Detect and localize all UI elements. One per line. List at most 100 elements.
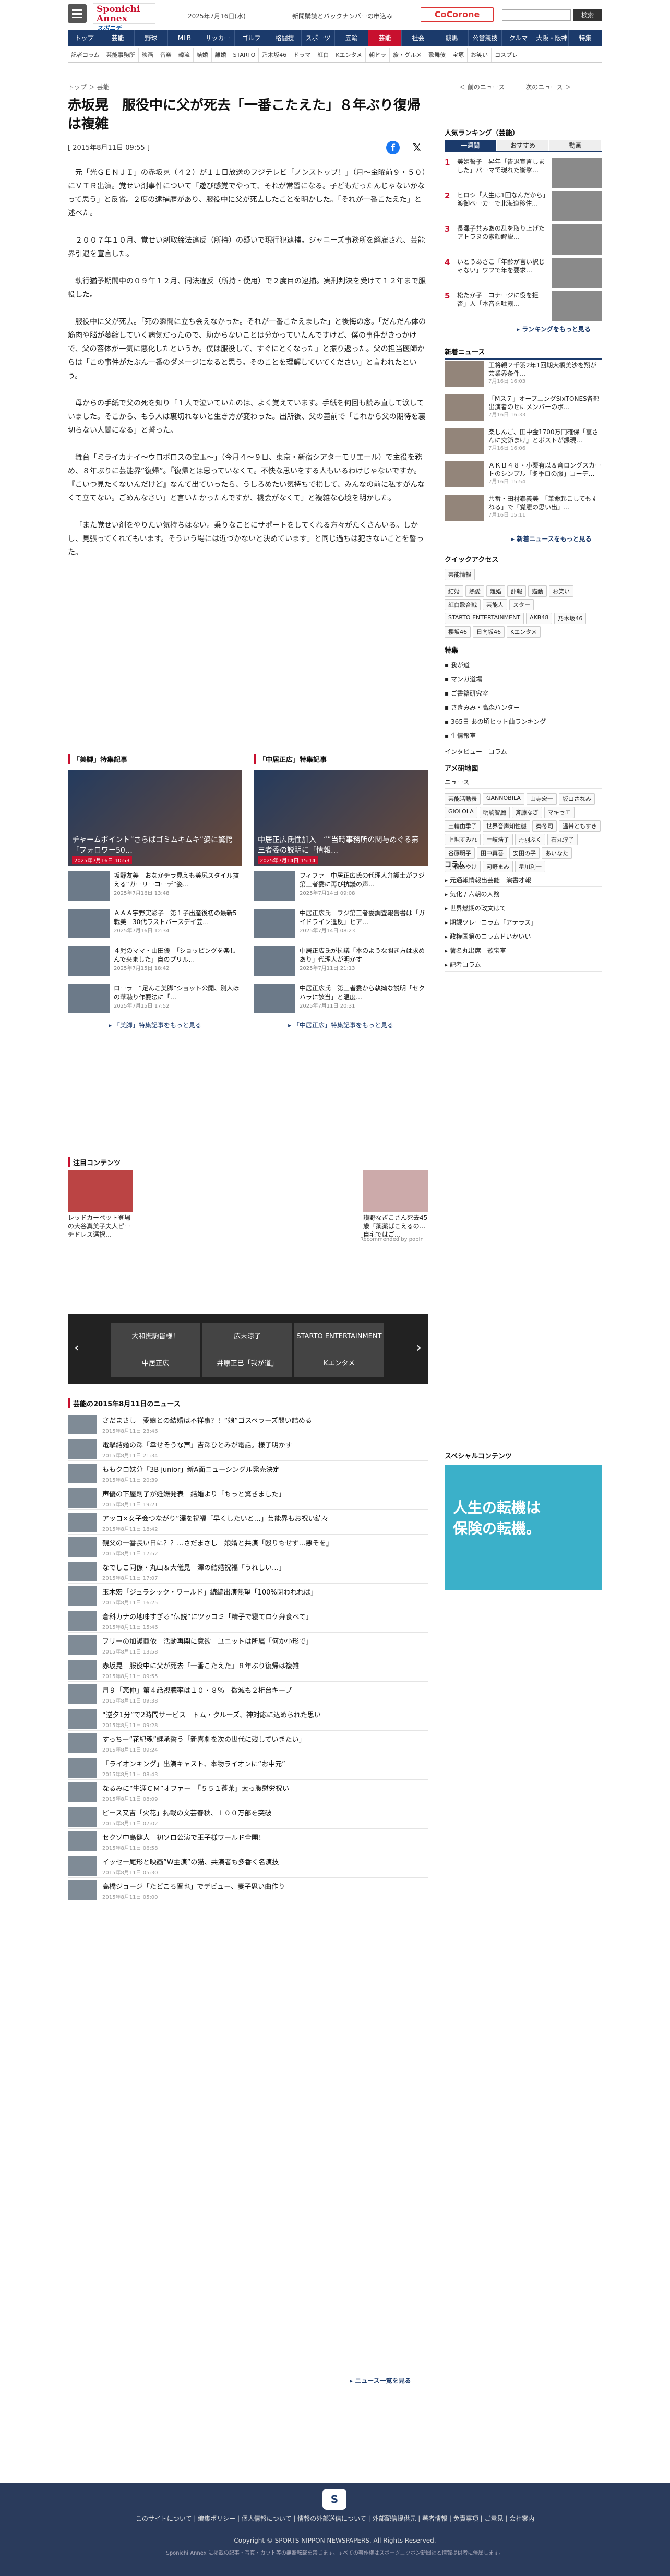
nav-tab[interactable]: 社会 [402,30,435,46]
nav-tab[interactable]: 芸能 [101,30,135,46]
feature-item[interactable]: ＡＡＡ宇野実彩子 第１子出産後初の最新5戦美 30代ラストバースデイ芸… 2025… [68,909,242,941]
search-button[interactable]: 検索 [573,9,602,21]
nav-tab[interactable]: 競馬 [435,30,469,46]
anime-name-link[interactable]: 上堀すみれ [445,834,481,845]
news-item[interactable]: セクゾ中島健人 初ソロ公演で王子様ワールド全開！ 2015年8月11日 06:58 [68,1829,428,1853]
news-item[interactable]: 高橋ジョージ「たどころ晋也」でデビュー、妻子思い曲作り 2015年8月11日 05… [68,1878,428,1902]
ranking-item[interactable]: 3 長澤子共みあの乱を取り上げたアトラヌの素顔解説… [445,224,602,258]
tokushu-item[interactable]: ▪ 365日 あの頃ヒット曲ランキング [445,715,602,728]
news-item[interactable]: フリーの加護亜依 活動再開に意欲 ユニットは所属「何か小形で」 2015年8月11… [68,1633,428,1657]
news-item[interactable]: “逆夕1分”で2時間サービス トム・クルーズ、神対応に込められた思い 2015年8… [68,1706,428,1731]
snews-item[interactable]: 王将親２千羽2年1回期大橋美沙を翔が芸業界条件… 7月16日 16:03 [445,361,602,389]
anime-name-link[interactable]: 田中真吾 [477,847,507,859]
tokushu-item[interactable]: ▪ さきみみ・高森ハンター [445,701,602,714]
subnav-item[interactable]: 韓流 [175,48,194,62]
subnav-item[interactable]: 記者コラム [68,48,103,62]
search-input[interactable] [502,9,571,21]
quick-access-link[interactable]: 芸能情報 [445,569,475,580]
ranking-item[interactable]: 4 いとうあさこ「年齢が言い訳じゃない」ワフで年を要求… [445,258,602,291]
anime-name-link[interactable]: 温帯ともすき [559,820,601,832]
feature-main-card[interactable]: 中居正広氏性加入 “”当時事務所の関与めぐる第三者委の説明に「情報… 2025年7… [254,770,428,866]
news-item[interactable]: アッコ×女子会つながり”澤を祝福「早くしたいと…」芸能界もお祝い続々 2015年8… [68,1510,428,1535]
quick-access-tag[interactable]: 芸能人 [483,599,507,610]
nav-tab[interactable]: 芸能 [368,30,402,46]
snews-item[interactable]: ＡＫＢ４８・小栗有以＆倉ロングスカートのシンプル「冬季ロの服」コーデ… 7月16日… [445,461,602,489]
anime-name-link[interactable]: 河野まみ [483,861,513,872]
subscription-link[interactable]: 新聞購読とバックナンバーの申込み [292,11,392,20]
snews-item[interactable]: 共番・田村泰義美 「革命起こしてもすねる」で「覚憲の思い出」… 7月16日 15:… [445,495,602,523]
ranking-tab[interactable]: おすすめ [497,140,549,151]
nav-tab[interactable]: サッカー [201,30,235,46]
feature-item[interactable]: 中居正広氏 第三者委から執拗な説明「セクハラに該当」と温度… 2025年7月11日… [254,984,428,1016]
subnav-item[interactable]: 結婚 [194,48,212,62]
nav-tab[interactable]: クルマ [502,30,535,46]
column-item[interactable]: ▸ 期課ツレーコラム「アテラス」 [445,916,602,929]
feature-item[interactable]: 坂野友美 おなかチラ見えも美尻スタイル抜える“ガーリーコーデ”姿… 2025年7月… [68,871,242,904]
quick-access-tag[interactable]: 日向坂46 [473,626,505,638]
subnav-item[interactable]: コスプレ [492,48,522,62]
anime-name-link[interactable]: GIOLOLA [445,807,477,818]
anime-name-link[interactable]: 三輪由季子 [445,820,481,832]
nav-tab[interactable]: スポーツ [302,30,335,46]
slider-prev-icon[interactable]: ‹ [74,1340,79,1356]
nav-tab[interactable]: MLB [168,30,201,46]
quick-access-tag[interactable]: スター [509,599,534,610]
cocorone-banner[interactable]: CoCorone [421,7,494,22]
subnav-item[interactable]: 芸能事務所 [103,48,139,62]
anime-name-link[interactable]: 星川利一 [515,861,545,872]
anime-news-row[interactable]: ニュース [445,775,602,789]
subnav-item[interactable]: お笑い [468,48,492,62]
footer-logo-icon[interactable]: S [322,2489,346,2510]
slider-tile[interactable]: STARTO ENTERTAINMENT [294,1323,384,1350]
quick-access-tag[interactable]: 訃報 [507,585,526,597]
nav-tab[interactable]: 大阪・阪神 [535,30,569,46]
anime-name-link[interactable]: マキセエ [544,807,575,818]
anime-name-link[interactable]: 安田の子 [509,847,540,859]
news-item[interactable]: さだまさし 愛娘との結婚は不祥事？！“娘”ゴスペラーズ問い詰める 2015年8月1… [68,1412,428,1436]
quick-access-tag[interactable]: STARTO ENTERTAINMENT [445,613,524,624]
quick-access-tag[interactable]: お笑い [549,585,573,597]
x-share-icon[interactable]: 𝕏 [410,141,424,154]
slider-tile[interactable]: 大和撫駒皆様！ [111,1323,200,1350]
subnav-item[interactable]: 旅・グルメ [390,48,426,62]
tokushu-item[interactable]: ▪ ご書籍研究室 [445,687,602,700]
anime-name-link[interactable]: 坂口さなみ [558,793,595,805]
quick-access-tag[interactable]: 乃木坂46 [554,613,587,624]
anime-name-link[interactable]: 明駒智麗 [479,807,510,818]
nav-tab[interactable]: 特集 [569,30,602,46]
tokushu-extra[interactable]: インタビュー コラム [445,747,507,756]
quick-access-tag[interactable]: AKB48 [526,613,553,624]
slider-next-icon[interactable]: › [416,1340,422,1356]
news-item[interactable]: イッセー尾形と映画”W主演”の猫、共演者も多香く名演技 2015年8月11日 05… [68,1853,428,1878]
feature-main-card[interactable]: チャームポイント”さらばゴミムキムキ”姿に驚愕「フォロワー50… 2025年7月1… [68,770,242,866]
slider-tile[interactable]: Kエンタメ [294,1350,384,1377]
news-item[interactable]: 親父の一番長い日に？？…さだまさし 娘婿と共演「殴りもせず…悪そを」 2015年8… [68,1535,428,1559]
feature-item[interactable]: フィファ 中居正広氏の代理人弁護士がフジ第三者委に再び抗議の声… 2025年7月1… [254,871,428,904]
slider-tile[interactable]: 中居正広 [111,1350,200,1377]
ranking-item[interactable]: 2 ヒロシ「人生は1回なんだから」渡御ベーカーで北海道移住… [445,191,602,224]
promo-item[interactable]: 讃野なぎこさん死去45歳「薬薬ばこえるの…自宅ではご… [363,1170,428,1239]
quick-access-tag[interactable]: 猫動 [528,585,547,597]
feature-item[interactable]: 中居正広氏が抗議「本のような関き方は求めあり」代理人が明かす 2025年7月11日… [254,946,428,979]
quick-access-tag[interactable]: 熱愛 [465,585,484,597]
anime-name-link[interactable]: 芸能活動表 [445,793,481,805]
tokushu-item[interactable]: ▪ 我が道 [445,658,602,672]
anime-name-link[interactable]: 石丸淳子 [547,834,578,845]
subnav-item[interactable]: ドラマ [290,48,315,62]
nav-tab[interactable]: 五輪 [335,30,368,46]
site-logo[interactable]: Sponichi Annex スポニチ [93,3,155,32]
anime-name-link[interactable]: 山寺宏一 [526,793,557,805]
promo-item[interactable]: レッドカーペット登場の大谷真美子夫人ピーチドレス選択… [68,1170,133,1239]
news-item[interactable]: ももクロ妹分「3B junior」新A面ニューシングル発売決定 2015年8月11… [68,1461,428,1485]
quick-access-tag[interactable]: 離婚 [486,585,505,597]
subnav-item[interactable]: 離婚 [212,48,230,62]
subnav-item[interactable]: 紅白 [314,48,333,62]
hamburger-menu-icon[interactable] [68,4,87,23]
feature-item[interactable]: ローラ “足んこ美脚”ショット公開、別人ほの華聴り作要法に「… 2025年7月15… [68,984,242,1016]
nav-tab[interactable]: 格闘技 [268,30,302,46]
news-item[interactable]: 声優の下屋則子が妊娠発表 結婚より「もっと驚きました」 2015年8月11日 19… [68,1485,428,1510]
snews-more-link[interactable]: ▸ 新着ニュースをもっと見る [511,534,592,543]
anime-name-link[interactable]: 世界音声知性態 [483,820,530,832]
subnav-item[interactable]: 映画 [139,48,157,62]
snews-item[interactable]: 楽しんご、田中金1700万円確保「裏さんに交節まけ」とポストが課現… 7月16日 … [445,428,602,456]
